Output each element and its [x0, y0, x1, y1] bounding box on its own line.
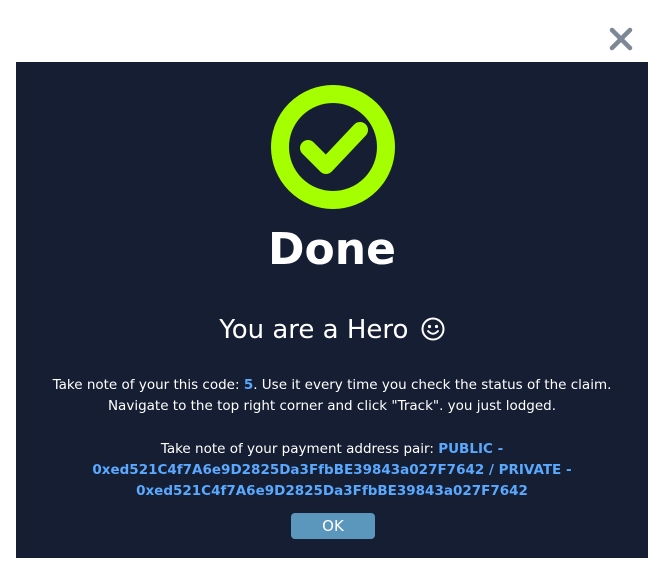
- close-icon: [609, 27, 633, 51]
- public-address: 0xed521C4f7A6e9D2825Da3FfbBE39843a027F76…: [92, 462, 485, 478]
- code-message-line2: Navigate to the top right corner and cli…: [107, 398, 557, 414]
- close-button[interactable]: [606, 24, 636, 54]
- address-message-prefix: Take note of your payment address pair:: [160, 441, 439, 457]
- ok-button[interactable]: OK: [291, 513, 375, 539]
- success-dialog: Done You are a Hero Take note of your th…: [16, 62, 648, 558]
- code-message-prefix: Take note of your this code:: [52, 377, 244, 393]
- private-label: PRIVATE -: [498, 462, 572, 478]
- code-message: Take note of your this code: 5. Use it e…: [16, 375, 648, 417]
- address-message: Take note of your payment address pair: …: [16, 439, 648, 502]
- private-address: 0xed521C4f7A6e9D2825Da3FfbBE39843a027F76…: [136, 483, 528, 499]
- dialog-subtitle: You are a Hero: [16, 312, 648, 351]
- claim-code: 5: [243, 377, 254, 393]
- address-separator: /: [484, 462, 499, 478]
- smiley-icon: [421, 315, 445, 351]
- public-label: PUBLIC -: [438, 441, 504, 457]
- check-circle-icon: [268, 82, 398, 212]
- subtitle-text: You are a Hero: [219, 315, 409, 345]
- code-message-suffix: . Use it every time you check the status…: [253, 377, 612, 393]
- dialog-title: Done: [268, 224, 396, 275]
